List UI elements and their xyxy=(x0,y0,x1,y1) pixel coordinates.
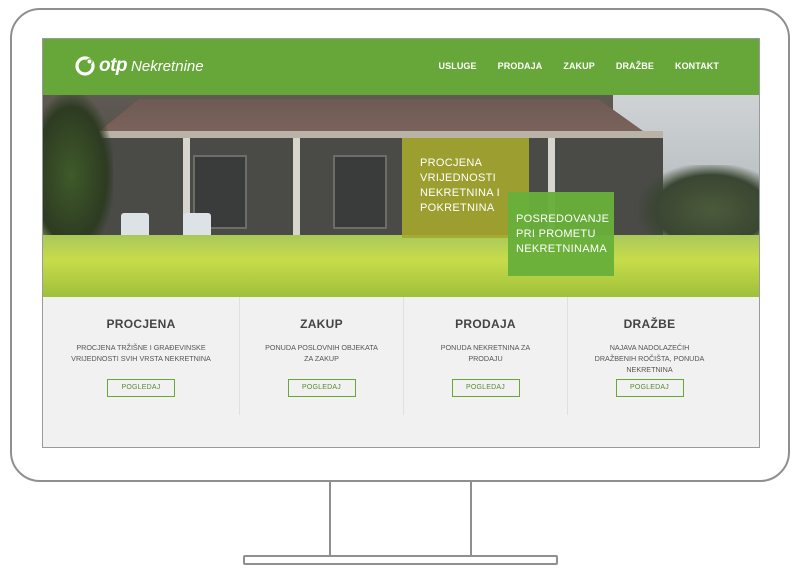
card-procjena: PROCJENA PROCJENA TRŽIŠNE I GRAĐEVINSKE … xyxy=(43,297,239,415)
hero-banner: PROCJENA VRIJEDNOSTI NEKRETNINA I POKRET… xyxy=(43,95,759,297)
hero-lawn xyxy=(43,235,759,297)
service-cards: PROCJENA PROCJENA TRŽIŠNE I GRAĐEVINSKE … xyxy=(43,297,759,429)
hero-window xyxy=(333,155,387,229)
card-title: ZAKUP xyxy=(300,317,343,331)
nav-kontakt[interactable]: KONTAKT xyxy=(675,61,719,71)
hero-roof xyxy=(99,99,643,131)
nav-drazbe[interactable]: DRAŽBE xyxy=(616,61,654,71)
card-title: PRODAJA xyxy=(455,317,516,331)
logo-brand-name: Nekretnine xyxy=(131,57,204,75)
card-zakup: ZAKUP PONUDA POSLOVNIH OBJEKATA ZA ZAKUP… xyxy=(239,297,403,415)
monitor-stand-right xyxy=(470,481,472,557)
card-title: DRAŽBE xyxy=(623,317,676,331)
nav-usluge[interactable]: USLUGE xyxy=(439,61,477,71)
hero-post xyxy=(293,138,300,243)
card-text: NAJAVA NADOLAZEĆIH DRAŽBENIH ROČIŠTA, PO… xyxy=(594,343,705,374)
hero-box-posredovanje[interactable]: POSREDOVANJE PRI PROMETU NEKRETNINAMA xyxy=(508,192,614,276)
pogledaj-button[interactable]: POGLEDAJ xyxy=(107,379,175,397)
pogledaj-button[interactable]: POGLEDAJ xyxy=(451,379,520,397)
otp-logo-icon xyxy=(75,56,95,76)
hero-tree xyxy=(43,95,113,255)
nav-zakup[interactable]: ZAKUP xyxy=(563,61,595,71)
pogledaj-button[interactable]: POGLEDAJ xyxy=(615,379,684,397)
hero-box-procjena-text: PROCJENA VRIJEDNOSTI NEKRETNINA I POKRET… xyxy=(420,157,501,214)
site-logo[interactable]: otp Nekretnine xyxy=(75,55,204,77)
card-text: PONUDA POSLOVNIH OBJEKATA ZA ZAKUP xyxy=(265,343,378,363)
website-screen: otp Nekretnine USLUGE PRODAJA ZAKUP DRAŽ… xyxy=(42,38,760,448)
site-header: otp Nekretnine USLUGE PRODAJA ZAKUP DRAŽ… xyxy=(43,39,759,95)
monitor-stand-left xyxy=(329,481,331,557)
main-nav: USLUGE PRODAJA ZAKUP DRAŽBE KONTAKT xyxy=(439,61,719,71)
logo-otp-text: otp xyxy=(99,55,128,76)
hero-box-posredovanje-text: POSREDOVANJE PRI PROMETU NEKRETNINAMA xyxy=(516,213,610,255)
monitor-base xyxy=(243,555,558,565)
card-title: PROCJENA xyxy=(106,317,176,331)
card-text: PROCJENA TRŽIŠNE I GRAĐEVINSKE VRIJEDNOS… xyxy=(71,343,211,363)
card-drazbe: DRAŽBE NAJAVA NADOLAZEĆIH DRAŽBENIH ROČI… xyxy=(567,297,731,415)
hero-eave xyxy=(53,131,663,138)
card-prodaja: PRODAJA PONUDA NEKRETNINA ZA PRODAJU POG… xyxy=(403,297,567,415)
nav-prodaja[interactable]: PRODAJA xyxy=(498,61,543,71)
card-text: PONUDA NEKRETNINA ZA PRODAJU xyxy=(440,343,531,363)
pogledaj-button[interactable]: POGLEDAJ xyxy=(287,379,356,397)
